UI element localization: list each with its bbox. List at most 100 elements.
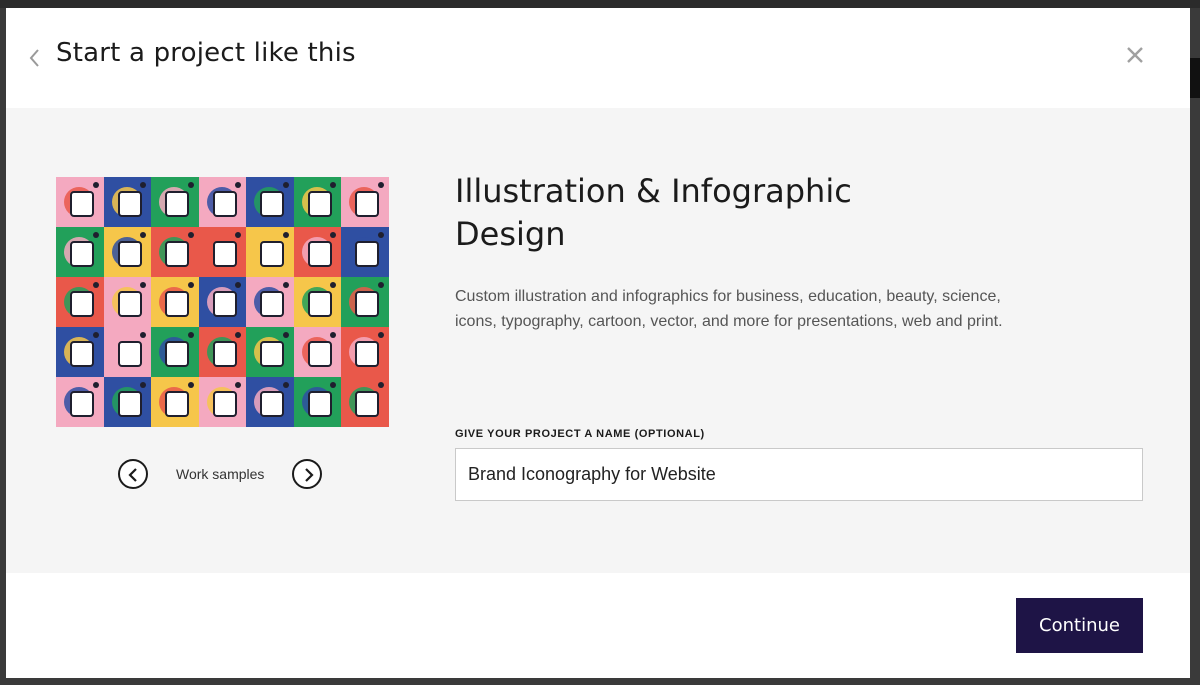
sample-tile-illustration xyxy=(260,241,285,267)
sample-tile-accent xyxy=(282,282,289,288)
project-name-input[interactable] xyxy=(455,448,1143,501)
sample-tile xyxy=(103,327,152,377)
sample-tile-accent xyxy=(378,182,384,188)
sample-tile-accent xyxy=(92,282,99,288)
sample-tile-accent xyxy=(187,282,194,288)
sample-tile-illustration xyxy=(212,291,237,317)
sample-tile-accent xyxy=(187,332,194,338)
sample-tile xyxy=(56,177,104,227)
sample-tile xyxy=(293,277,342,327)
sample-tile-illustration xyxy=(70,291,94,317)
sample-tile xyxy=(246,177,294,227)
sample-tile-illustration xyxy=(260,391,285,417)
sample-tile-illustration xyxy=(212,341,237,367)
continue-button[interactable]: Continue xyxy=(1016,598,1143,653)
backdrop xyxy=(0,0,1200,8)
sample-tile xyxy=(198,327,247,377)
sample-tile-accent xyxy=(330,182,337,188)
sample-tile-accent xyxy=(235,282,242,288)
sample-tile-illustration xyxy=(307,191,332,217)
service-description: Custom illustration and infographics for… xyxy=(455,288,1003,330)
sample-tile xyxy=(151,327,199,377)
backdrop-edge xyxy=(1190,58,1200,98)
sample-tile-illustration xyxy=(70,391,94,417)
sample-tile xyxy=(246,377,294,427)
sample-tile xyxy=(293,177,342,227)
service-title: Illustration & Infographic Design xyxy=(455,172,852,253)
sample-tile-accent xyxy=(282,182,289,188)
previous-sample-button[interactable] xyxy=(118,459,148,489)
sample-tile-accent xyxy=(92,232,99,238)
close-icon[interactable] xyxy=(1124,44,1146,66)
sample-tile xyxy=(246,227,294,277)
chevron-left-icon[interactable] xyxy=(26,46,46,70)
sample-tile-accent xyxy=(92,182,99,188)
sample-tile-illustration xyxy=(212,391,237,417)
work-samples-carousel: Work samples xyxy=(118,459,340,493)
sample-tile-illustration xyxy=(355,391,380,417)
sample-tile-accent xyxy=(282,382,289,388)
sample-tile-illustration xyxy=(165,241,190,267)
sample-tile-illustration xyxy=(307,241,332,267)
sample-tile xyxy=(56,377,104,427)
work-sample-image xyxy=(56,177,389,427)
sample-tile xyxy=(56,227,104,277)
project-modal: Start a project like this Work samples I… xyxy=(6,8,1190,678)
sample-tile xyxy=(56,277,104,327)
sample-tile xyxy=(198,277,247,327)
sample-tile-illustration xyxy=(307,341,332,367)
sample-tile xyxy=(341,377,389,427)
sample-tile-accent xyxy=(330,232,337,238)
sample-tile-illustration xyxy=(355,341,380,367)
sample-tile-accent xyxy=(282,232,289,238)
sample-tile-illustration xyxy=(117,341,142,367)
sample-tile xyxy=(341,227,389,277)
sample-tile xyxy=(341,277,389,327)
sample-tile-illustration xyxy=(165,391,190,417)
sample-tile-accent xyxy=(140,382,147,388)
sample-tile-accent xyxy=(235,232,242,238)
sample-tile xyxy=(341,177,389,227)
sample-tile-accent xyxy=(140,332,147,338)
sample-tile xyxy=(246,277,294,327)
sample-tile-accent xyxy=(187,232,194,238)
sample-tile-illustration xyxy=(165,191,190,217)
sample-tile-illustration xyxy=(355,191,380,217)
sample-tile xyxy=(151,377,199,427)
work-samples-label: Work samples xyxy=(176,466,265,482)
sample-tile xyxy=(103,277,152,327)
sample-tile-accent xyxy=(187,382,194,388)
sample-tile-illustration xyxy=(355,241,380,267)
sample-tile xyxy=(293,377,342,427)
sample-tile xyxy=(56,327,104,377)
sample-tile-accent xyxy=(282,332,289,338)
next-sample-button[interactable] xyxy=(292,459,322,489)
sample-tile xyxy=(198,227,247,277)
sample-tile-illustration xyxy=(165,341,190,367)
sample-tile xyxy=(293,227,342,277)
sample-tile-illustration xyxy=(70,341,94,367)
sample-tile-accent xyxy=(235,332,242,338)
sample-tile-accent xyxy=(330,332,337,338)
sample-tile xyxy=(198,377,247,427)
sample-tile xyxy=(198,177,247,227)
sample-tile-accent xyxy=(92,332,99,338)
modal-title: Start a project like this xyxy=(56,38,356,68)
sample-tile-illustration xyxy=(117,291,142,317)
sample-tile-accent xyxy=(235,182,242,188)
sample-tile-accent xyxy=(378,282,384,288)
sample-tile-accent xyxy=(330,282,337,288)
modal-body: Work samples Illustration & Infographic … xyxy=(6,108,1190,573)
chevron-left-circle-icon xyxy=(128,468,137,482)
sample-tile-illustration xyxy=(165,291,190,317)
sample-tile-illustration xyxy=(260,291,285,317)
sample-tile xyxy=(341,327,389,377)
sample-tile-illustration xyxy=(260,191,285,217)
sample-tile-illustration xyxy=(307,391,332,417)
sample-tile-accent xyxy=(140,282,147,288)
sample-tile xyxy=(103,177,152,227)
sample-tile-illustration xyxy=(117,391,142,417)
sample-tile-accent xyxy=(378,332,384,338)
sample-tile-accent xyxy=(378,232,384,238)
sample-tile-illustration xyxy=(355,291,380,317)
